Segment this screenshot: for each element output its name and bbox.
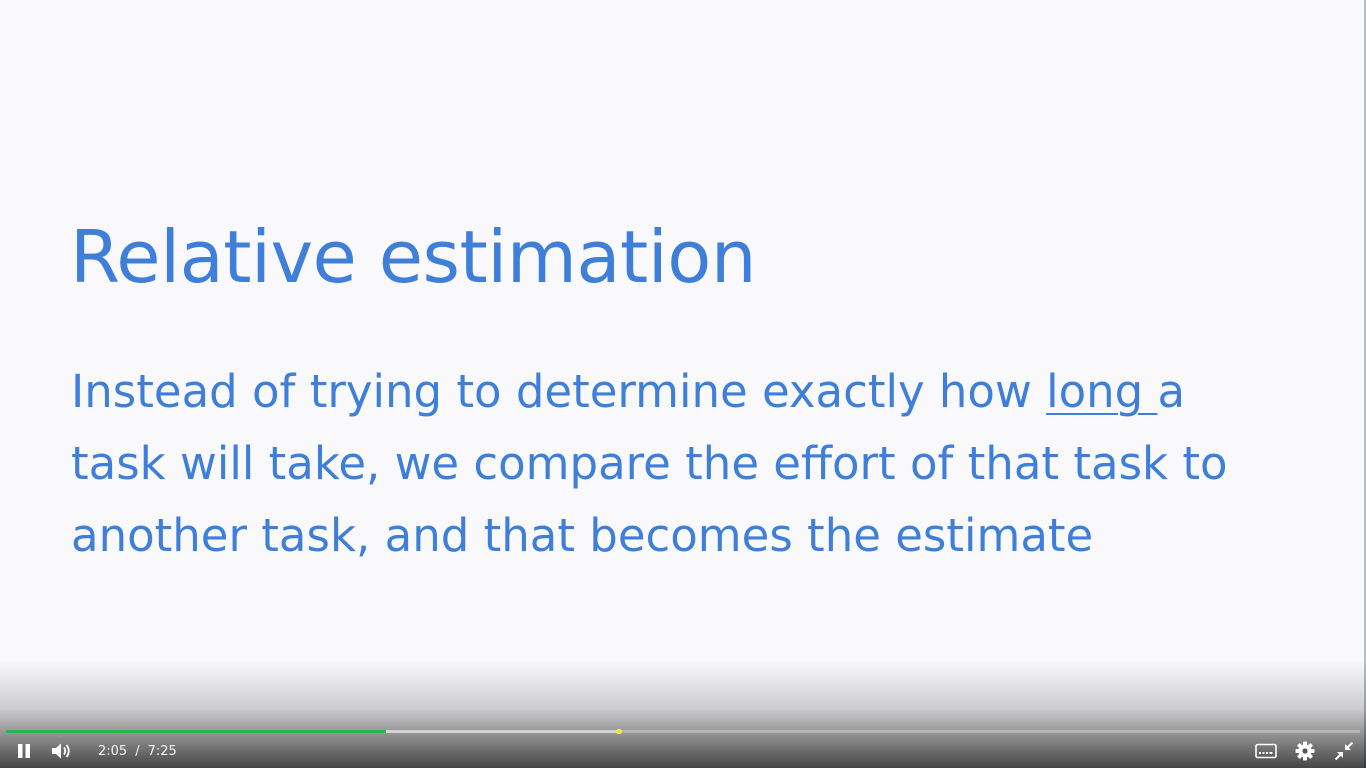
pause-button[interactable] <box>7 734 41 768</box>
player-controls: 2:05 / 7:25 <box>0 734 1366 768</box>
time-separator: / <box>135 743 140 759</box>
settings-button[interactable] <box>1288 734 1322 768</box>
current-time: 2:05 <box>98 743 128 759</box>
slide-body-line-1: Instead of trying to determine exactly h… <box>71 356 1321 428</box>
time-display: 2:05 / 7:25 <box>98 744 177 759</box>
slide-title: Relative estimation <box>70 215 756 299</box>
gear-icon <box>1295 741 1315 761</box>
underlined-word: long <box>1046 365 1158 418</box>
captions-icon <box>1255 743 1277 759</box>
captions-button[interactable] <box>1249 734 1283 768</box>
volume-button[interactable] <box>45 734 79 768</box>
pause-icon <box>16 743 32 759</box>
right-controls <box>1244 734 1361 768</box>
slide-body: Instead of trying to determine exactly h… <box>71 356 1321 572</box>
video-player[interactable]: Relative estimation Instead of trying to… <box>0 0 1366 768</box>
slide-body-line-3: another task, and that becomes the estim… <box>71 509 1094 562</box>
progress-bar[interactable] <box>6 729 1360 734</box>
volume-icon <box>51 742 73 760</box>
duration: 7:25 <box>147 743 177 759</box>
slide-body-line-1-end: a <box>1157 365 1186 418</box>
slide-body-line-2: task will take, we compare the effort of… <box>71 437 1228 490</box>
exit-fullscreen-button[interactable] <box>1327 734 1361 768</box>
exit-fullscreen-icon <box>1334 741 1354 761</box>
slide-body-line-1-start: Instead of trying to determine exactly h… <box>71 365 1047 418</box>
progress-played <box>6 730 387 733</box>
